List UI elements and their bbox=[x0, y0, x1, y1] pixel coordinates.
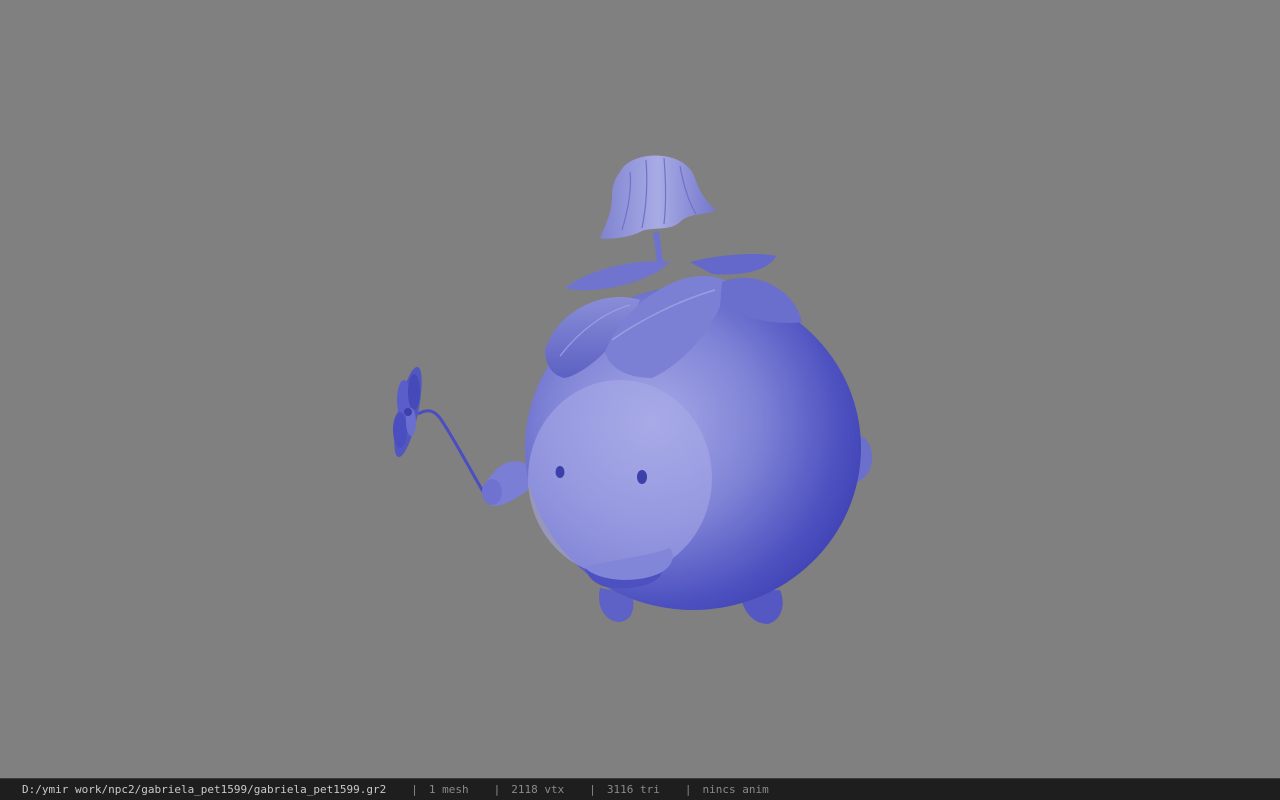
animation-status: nincs anim bbox=[702, 783, 769, 796]
3d-viewport[interactable] bbox=[0, 0, 1280, 778]
status-bar: D:/ymir work/npc2/gabriela_pet1599/gabri… bbox=[0, 778, 1280, 800]
triangle-count: 3116 tri bbox=[606, 783, 660, 796]
mushroom-cap bbox=[600, 155, 716, 263]
flower-prop bbox=[393, 366, 490, 501]
vertex-count: 2118 vtx bbox=[511, 783, 565, 796]
separator: | bbox=[589, 783, 596, 796]
mesh-count: 1 mesh bbox=[428, 783, 469, 796]
separator: | bbox=[411, 783, 418, 796]
separator: | bbox=[493, 783, 501, 796]
left-arm bbox=[482, 461, 534, 506]
separator: | bbox=[684, 783, 692, 796]
model-render bbox=[393, 155, 872, 624]
file-path: D:/ymir work/npc2/gabriela_pet1599/gabri… bbox=[22, 783, 387, 796]
